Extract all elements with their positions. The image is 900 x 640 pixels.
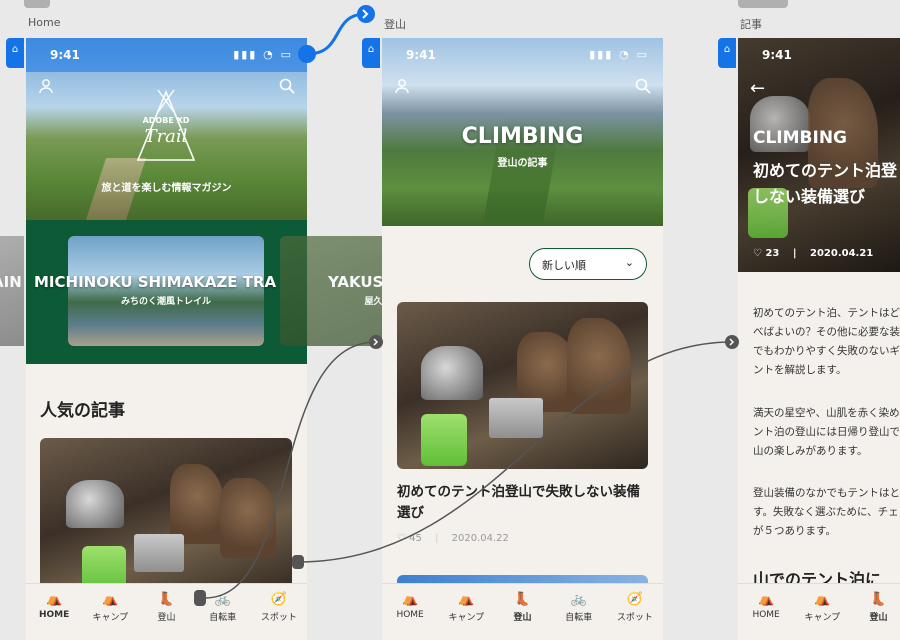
wire-handle[interactable] bbox=[194, 590, 206, 606]
wire-card-to-climbing[interactable] bbox=[204, 341, 377, 599]
prototype-wires bbox=[194, 5, 739, 606]
wire-home-to-climbing[interactable] bbox=[306, 12, 367, 56]
wire-card-to-article[interactable] bbox=[296, 341, 733, 563]
wire-handle[interactable] bbox=[298, 45, 316, 63]
wire-handle[interactable] bbox=[292, 555, 304, 569]
